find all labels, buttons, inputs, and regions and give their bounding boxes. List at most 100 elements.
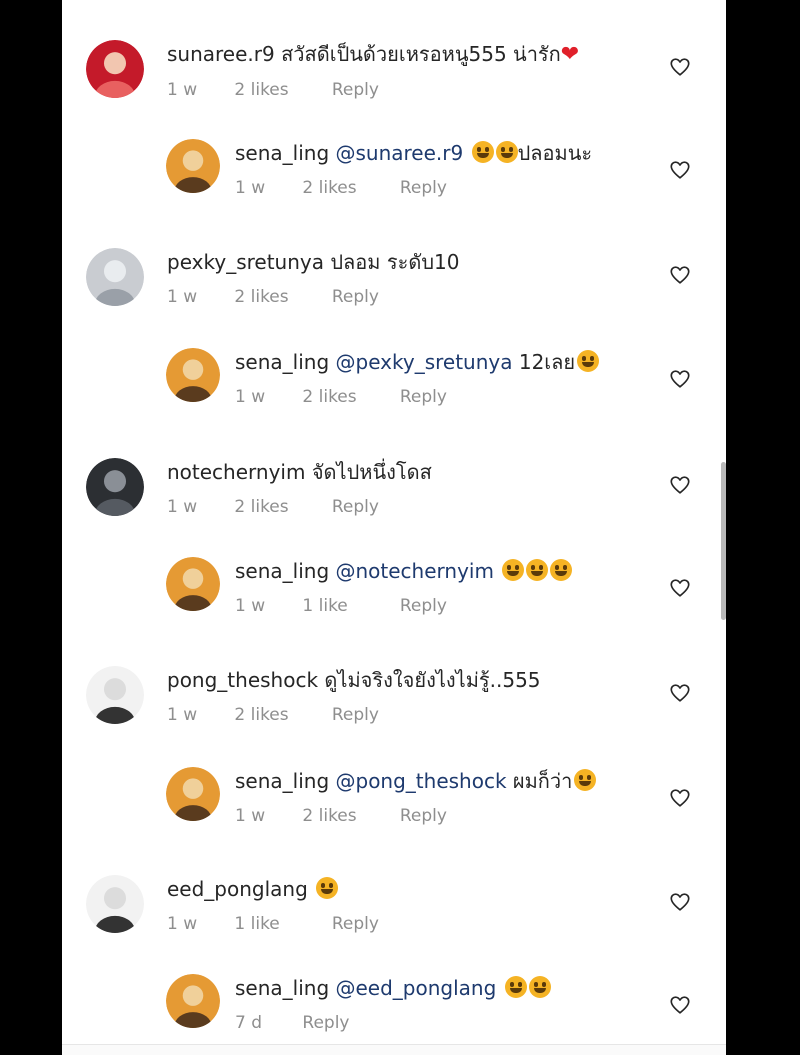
comment-body: sunaree.r9 สวัสดีเป็นด้วยเหรอหนู555 น่าร… bbox=[167, 40, 579, 101]
reply-button[interactable]: Reply bbox=[400, 595, 447, 617]
grin-emoji-icon bbox=[526, 559, 549, 581]
heart-outline-icon[interactable] bbox=[669, 682, 691, 704]
heart-outline-icon[interactable] bbox=[669, 787, 691, 809]
username[interactable]: sena_ling bbox=[235, 141, 329, 165]
comment-meta: 7 d Reply bbox=[235, 1012, 551, 1034]
comment-text: 12เลย bbox=[518, 350, 576, 374]
avatar[interactable] bbox=[86, 875, 144, 933]
avatar[interactable] bbox=[86, 458, 144, 516]
reply-button[interactable]: Reply bbox=[332, 913, 379, 935]
username[interactable]: sena_ling bbox=[235, 350, 329, 374]
likes-count[interactable]: 2 likes bbox=[302, 177, 394, 199]
timestamp: 1 w bbox=[167, 497, 198, 517]
comment-text-line: pexky_sretunya ปลอม ระดับ10 bbox=[167, 248, 459, 276]
likes-count[interactable]: 2 likes bbox=[302, 805, 394, 827]
grin-emoji-icon bbox=[316, 877, 339, 899]
comment-text-line: pong_theshock ดูไม่จริงใจยังไงไม่รู้..55… bbox=[167, 666, 541, 694]
comment-text-line: sena_ling @notechernyim bbox=[235, 557, 573, 585]
comment-text-line: notechernyim จัดไปหนึ่งโดส bbox=[167, 458, 432, 486]
avatar[interactable] bbox=[86, 666, 144, 724]
grin-emoji-icon bbox=[550, 559, 573, 581]
comment-meta: 1 w 2 likes Reply bbox=[167, 79, 579, 101]
avatar[interactable] bbox=[86, 248, 144, 306]
comment-text: จัดไปหนึ่งโดส bbox=[311, 460, 432, 484]
mention-link[interactable]: @notechernyim bbox=[336, 559, 494, 583]
comment-meta: 1 w 1 like Reply bbox=[167, 913, 379, 935]
reply-button[interactable]: Reply bbox=[332, 496, 379, 518]
scrollbar[interactable] bbox=[721, 462, 726, 620]
comment-meta: 1 w 2 likes Reply bbox=[167, 496, 432, 518]
avatar[interactable] bbox=[166, 348, 220, 402]
timestamp: 1 w bbox=[167, 287, 198, 307]
avatar[interactable] bbox=[86, 40, 144, 98]
comment: pexky_sretunya ปลอม ระดับ10 1 w 2 likes … bbox=[62, 248, 726, 348]
heart-outline-icon[interactable] bbox=[669, 264, 691, 286]
username[interactable]: sena_ling bbox=[235, 976, 329, 1000]
mention-link[interactable]: @sunaree.r9 bbox=[336, 141, 464, 165]
likes-count[interactable]: 2 likes bbox=[302, 386, 394, 408]
comment-meta: 1 w 2 likes Reply bbox=[167, 704, 541, 726]
heart-outline-icon[interactable] bbox=[669, 474, 691, 496]
bottom-divider bbox=[62, 1044, 726, 1055]
timestamp: 1 w bbox=[235, 806, 266, 826]
comment-meta: 1 w 2 likes Reply bbox=[235, 386, 599, 408]
comment: pong_theshock ดูไม่จริงใจยังไงไม่รู้..55… bbox=[62, 666, 726, 766]
heart-outline-icon[interactable] bbox=[669, 159, 691, 181]
likes-count[interactable]: 1 like bbox=[302, 595, 394, 617]
likes-count[interactable]: 2 likes bbox=[234, 704, 326, 726]
comment-body: sena_ling @notechernyim 1 w 1 like Reply bbox=[235, 557, 573, 617]
reply-button[interactable]: Reply bbox=[332, 704, 379, 726]
username[interactable]: pong_theshock bbox=[167, 668, 318, 692]
reply-comment: sena_ling @notechernyim 1 w 1 like Reply bbox=[62, 557, 726, 657]
heart-outline-icon[interactable] bbox=[669, 994, 691, 1016]
avatar[interactable] bbox=[166, 139, 220, 193]
timestamp: 1 w bbox=[167, 705, 198, 725]
likes-count[interactable]: 1 like bbox=[234, 913, 326, 935]
grin-emoji-icon bbox=[577, 350, 600, 372]
comment-text: สวัสดีเป็นด้วยเหรอหนู555 น่ารัก bbox=[281, 42, 561, 66]
comment-text: ปลอม ระดับ10 bbox=[330, 250, 460, 274]
likes-count[interactable]: 2 likes bbox=[234, 286, 326, 308]
avatar[interactable] bbox=[166, 974, 220, 1028]
heart-outline-icon[interactable] bbox=[669, 56, 691, 78]
reply-button[interactable]: Reply bbox=[400, 805, 447, 827]
grin-emoji-icon bbox=[495, 141, 518, 163]
avatar[interactable] bbox=[166, 767, 220, 821]
likes-count[interactable]: 2 likes bbox=[234, 79, 326, 101]
username[interactable]: eed_ponglang bbox=[167, 877, 308, 901]
reply-button[interactable]: Reply bbox=[400, 177, 447, 199]
mention-link[interactable]: @pong_theshock bbox=[336, 769, 507, 793]
username[interactable]: sena_ling bbox=[235, 559, 329, 583]
comment-body: sena_ling @eed_ponglang 7 d Reply bbox=[235, 974, 551, 1034]
comment-body: pexky_sretunya ปลอม ระดับ10 1 w 2 likes … bbox=[167, 248, 459, 308]
avatar[interactable] bbox=[166, 557, 220, 611]
grin-emoji-icon bbox=[502, 559, 525, 581]
comment-text: ดูไม่จริงใจยังไงไม่รู้..555 bbox=[324, 668, 541, 692]
reply-button[interactable]: Reply bbox=[400, 386, 447, 408]
likes-count[interactable]: 2 likes bbox=[234, 496, 326, 518]
heart-outline-icon[interactable] bbox=[669, 891, 691, 913]
mention-link[interactable]: @pexky_sretunya bbox=[336, 350, 513, 374]
reply-button[interactable]: Reply bbox=[332, 79, 379, 101]
grin-emoji-icon bbox=[471, 141, 494, 163]
heart-outline-icon[interactable] bbox=[669, 577, 691, 599]
reply-button[interactable]: Reply bbox=[332, 286, 379, 308]
heart-outline-icon[interactable] bbox=[669, 368, 691, 390]
comment-meta: 1 w 2 likes Reply bbox=[235, 177, 592, 199]
username[interactable]: pexky_sretunya bbox=[167, 250, 324, 274]
comment-body: sena_ling @sunaree.r9 ปลอมนะ 1 w 2 likes… bbox=[235, 139, 592, 199]
comment-text-line: sena_ling @sunaree.r9 ปลอมนะ bbox=[235, 139, 592, 167]
username[interactable]: sunaree.r9 bbox=[167, 42, 275, 66]
username[interactable]: sena_ling bbox=[235, 769, 329, 793]
reply-comment: sena_ling @eed_ponglang 7 d Reply bbox=[62, 974, 726, 1055]
timestamp: 1 w bbox=[235, 387, 266, 407]
comments-screen: sunaree.r9 สวัสดีเป็นด้วยเหรอหนู555 น่าร… bbox=[62, 0, 726, 1055]
comment-text: ผมก็ว่า bbox=[512, 769, 573, 793]
mention-link[interactable]: @eed_ponglang bbox=[336, 976, 497, 1000]
username[interactable]: notechernyim bbox=[167, 460, 305, 484]
grin-emoji-icon bbox=[574, 769, 597, 791]
comment-text-line: sunaree.r9 สวัสดีเป็นด้วยเหรอหนู555 น่าร… bbox=[167, 40, 579, 69]
comment-text-line: sena_ling @pong_theshock ผมก็ว่า bbox=[235, 767, 597, 795]
comment-meta: 1 w 2 likes Reply bbox=[167, 286, 459, 308]
reply-button[interactable]: Reply bbox=[302, 1012, 349, 1034]
